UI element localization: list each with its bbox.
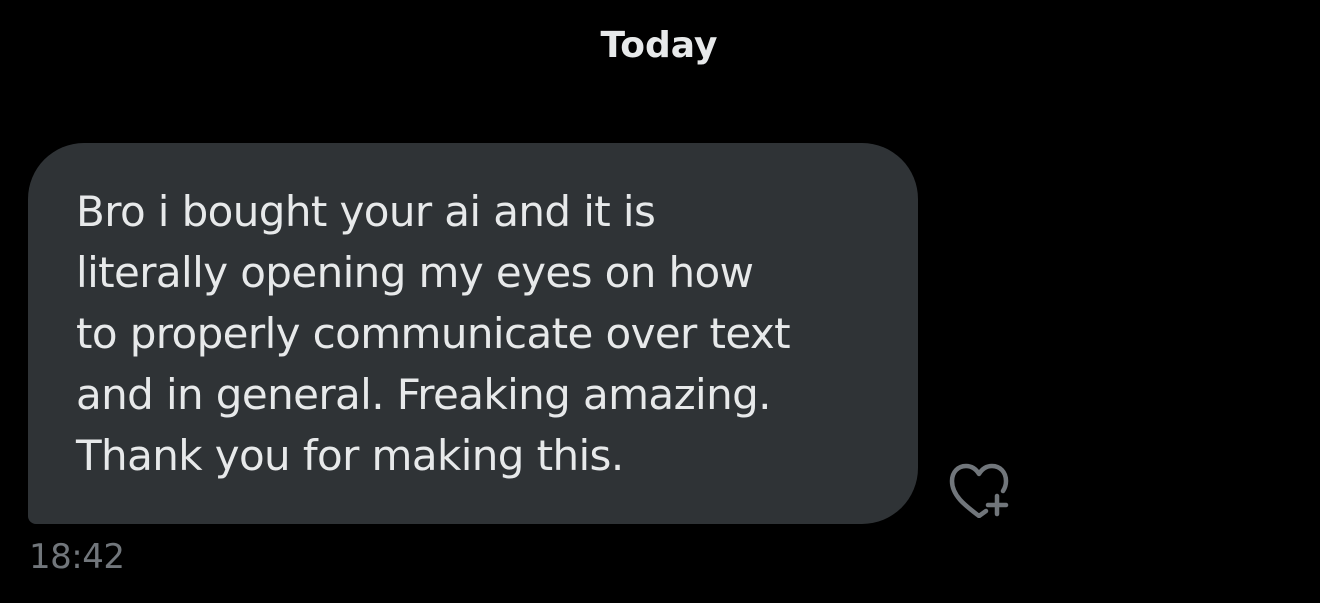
- heart-plus-icon: [949, 463, 1009, 518]
- add-reaction-button[interactable]: [944, 458, 1014, 520]
- message-bubble[interactable]: Bro i bought your ai and it is literally…: [28, 143, 918, 524]
- message-text: Bro i bought your ai and it is literally…: [76, 187, 791, 480]
- date-separator: Today: [600, 25, 718, 66]
- message-timestamp: 18:42: [29, 537, 125, 577]
